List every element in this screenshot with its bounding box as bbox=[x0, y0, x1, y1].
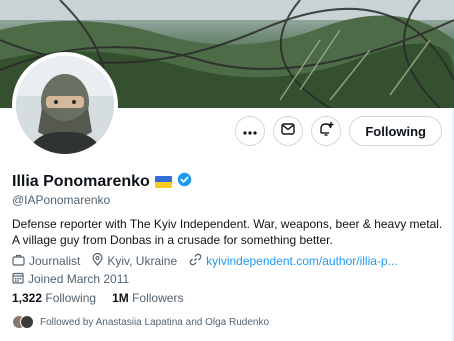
location-item: Kyiv, Ukraine bbox=[92, 252, 178, 269]
followers-stat-label: Followers bbox=[132, 291, 184, 305]
more-button[interactable] bbox=[235, 116, 266, 146]
profile-stats: 1,322 Following 1M Followers bbox=[12, 291, 183, 305]
followed-by[interactable]: Followed by Anastasiia Lapatina and Olga… bbox=[12, 315, 269, 329]
profile-name: Illia Ponomarenko bbox=[12, 173, 150, 190]
profession-item: Journalist bbox=[12, 254, 80, 269]
briefcase-icon bbox=[12, 254, 25, 269]
profile-bio: Defense reporter with The Kyiv Independe… bbox=[12, 217, 443, 247]
ukraine-flag-icon bbox=[154, 176, 172, 188]
joined-item: Joined March 2011 bbox=[12, 272, 129, 287]
notifications-button[interactable] bbox=[311, 116, 342, 146]
following-stat-label: Following bbox=[45, 291, 97, 305]
following-count: 1,322 bbox=[12, 291, 43, 305]
more-icon bbox=[243, 122, 257, 140]
bell-plus-icon bbox=[318, 121, 334, 142]
calendar-icon bbox=[12, 272, 24, 287]
profile-meta: Journalist Kyiv, Ukraine kyivindependent… bbox=[12, 252, 444, 287]
followed-by-text: Followed by Anastasiia Lapatina and Olga… bbox=[40, 316, 270, 328]
location-pin-icon bbox=[92, 252, 103, 269]
profile-avatar[interactable] bbox=[12, 52, 118, 158]
profession-label: Journalist bbox=[29, 254, 81, 268]
following-button[interactable]: Following bbox=[349, 116, 442, 146]
profile-actions: Following bbox=[235, 116, 442, 146]
profile-handle: @IAPonomarenko bbox=[12, 193, 111, 207]
verified-badge-icon[interactable] bbox=[177, 172, 192, 192]
link-icon bbox=[189, 253, 202, 269]
avatar bbox=[20, 315, 34, 329]
following-stat[interactable]: 1,322 Following bbox=[12, 291, 96, 305]
mail-icon bbox=[281, 122, 296, 140]
message-button[interactable] bbox=[273, 116, 304, 146]
joined-label: Joined March 2011 bbox=[28, 272, 130, 286]
followers-stat[interactable]: 1M Followers bbox=[112, 291, 183, 305]
followed-by-avatars bbox=[12, 315, 34, 329]
location-label: Kyiv, Ukraine bbox=[107, 254, 178, 268]
website-link[interactable]: kyivindependent.com/author/illia-p... bbox=[206, 254, 397, 268]
website-item[interactable]: kyivindependent.com/author/illia-p... bbox=[189, 253, 398, 269]
profile-name-row: Illia Ponomarenko bbox=[12, 172, 192, 192]
followers-count: 1M bbox=[112, 291, 129, 305]
